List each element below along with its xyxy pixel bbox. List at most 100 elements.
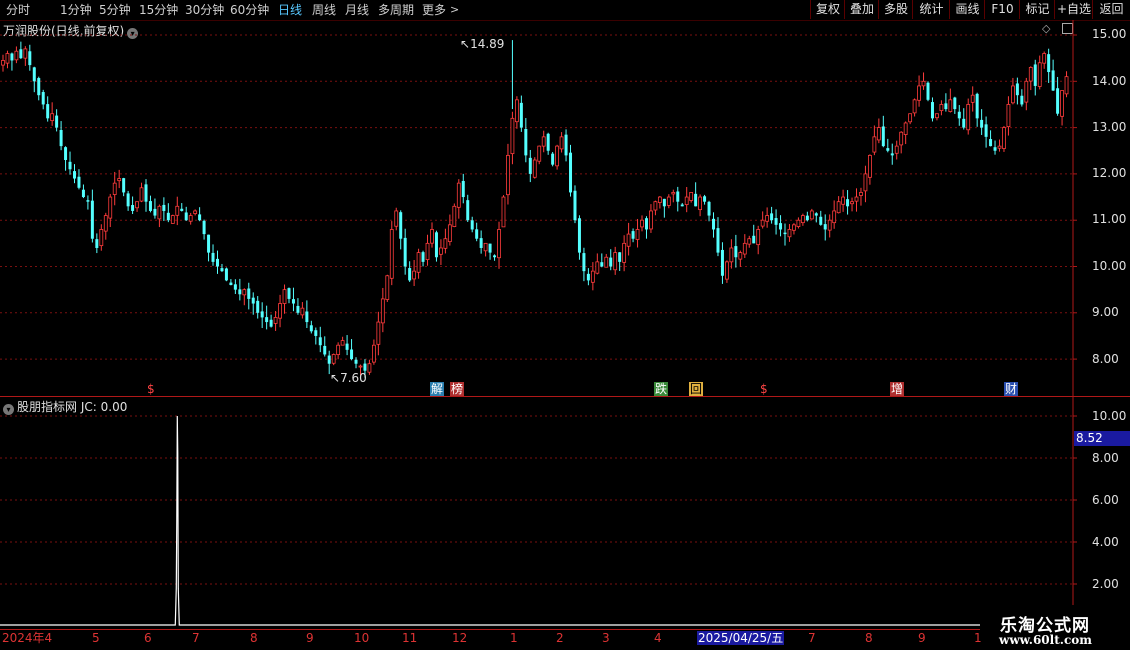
candle-body (247, 288, 251, 299)
candle-body (408, 268, 412, 281)
candle-body (501, 196, 506, 228)
candle-body (868, 154, 872, 178)
candle-body (760, 219, 765, 227)
candle-body (273, 317, 278, 324)
candle-body (997, 145, 1002, 149)
candle-body (975, 93, 979, 119)
candle-body (725, 261, 729, 280)
candle-body (354, 359, 358, 364)
candle-body (712, 218, 716, 230)
fall-marker[interactable]: 跌 (654, 382, 669, 396)
indicator-value: JC: 0.00 (80, 400, 128, 414)
candle-body (461, 180, 465, 198)
candle-body (416, 252, 421, 273)
candle-body (671, 192, 676, 195)
candle-body (917, 85, 921, 101)
candle-body (380, 298, 385, 324)
candle-body (314, 330, 318, 336)
candle-body (586, 273, 590, 281)
candle-body (506, 154, 510, 196)
chart-canvas (0, 20, 1130, 630)
candle-body (921, 80, 926, 87)
candle-body (823, 224, 827, 230)
date-tick: 8 (250, 631, 258, 645)
candle-body (269, 319, 273, 327)
candle-body (23, 48, 28, 59)
candle-body (1020, 95, 1024, 105)
candle-body (184, 212, 188, 221)
candle-body (631, 231, 635, 239)
date-tick: 2024年4 (2, 631, 53, 645)
candle-body (800, 215, 805, 224)
candle-body (546, 133, 550, 151)
candle-body (300, 307, 305, 316)
candle-body (64, 147, 68, 161)
candle-body (278, 303, 282, 319)
indicator-name[interactable]: 股朋指标网 (17, 400, 77, 414)
candle-body (590, 270, 595, 283)
candle-body (103, 215, 108, 232)
candle-body (894, 145, 899, 154)
candle-body (447, 224, 452, 242)
candle-body (207, 234, 211, 253)
candle-body (122, 178, 126, 193)
candle-body (541, 136, 546, 147)
candle-body (666, 196, 671, 206)
candle-body (577, 218, 581, 253)
date-tick: 3 (602, 631, 610, 645)
candle-body (282, 289, 287, 304)
candle-body (903, 122, 908, 135)
finance-marker[interactable]: 财 (1004, 382, 1019, 396)
candle-body (148, 201, 152, 211)
candle-body (881, 126, 885, 147)
candle-body (939, 104, 944, 112)
candle-body (117, 178, 122, 182)
candle-body (1060, 90, 1064, 117)
ranking-marker[interactable]: 榜 (450, 382, 465, 396)
buyback-marker[interactable]: 回 (689, 382, 704, 396)
indicator-header: ▾ 股朋指标网 JC: 0.00 (3, 398, 127, 415)
candle-body (345, 343, 349, 350)
candle-body (81, 189, 85, 198)
candle-body (752, 235, 756, 244)
dividend-marker[interactable]: $ (146, 382, 156, 396)
chevron-down-icon[interactable]: ▾ (3, 404, 14, 415)
candle-body (1002, 127, 1006, 149)
candle-body (439, 247, 443, 255)
candle-body (470, 220, 474, 230)
indicator-tick: 6.00 (1092, 493, 1119, 507)
candle-body (854, 196, 859, 202)
candle-body (1047, 54, 1051, 73)
candle-body (836, 201, 841, 214)
candle-body (139, 187, 144, 202)
candle-body (604, 256, 609, 268)
candle-body (569, 152, 573, 193)
candle-body (532, 159, 537, 178)
candle-body (819, 216, 823, 225)
dividend-marker[interactable]: $ (759, 382, 769, 396)
candle-body (1006, 104, 1011, 128)
candle-body (46, 104, 50, 119)
candle-body (684, 196, 689, 205)
date-tick: 4 (654, 631, 662, 645)
candle-body (707, 201, 711, 216)
increase-marker[interactable]: 增 (890, 382, 905, 396)
candle-body (224, 268, 228, 281)
candle-body (456, 182, 461, 208)
unlock-marker[interactable]: 解 (430, 382, 445, 396)
candle-body (412, 270, 417, 280)
candle-body (595, 261, 600, 274)
candle-body (716, 228, 720, 253)
indicator-tick: 4.00 (1092, 535, 1119, 549)
candle-body (948, 99, 953, 112)
candle-body (95, 239, 99, 248)
candle-body (434, 232, 438, 258)
candle-body (528, 157, 532, 174)
candle-body (28, 51, 32, 66)
candle-body (1028, 67, 1033, 82)
candle-body (662, 198, 666, 207)
candle-body (287, 288, 291, 299)
candle-body (944, 103, 948, 110)
price-tick: 13.00 (1092, 120, 1127, 134)
candle-body (832, 210, 837, 224)
